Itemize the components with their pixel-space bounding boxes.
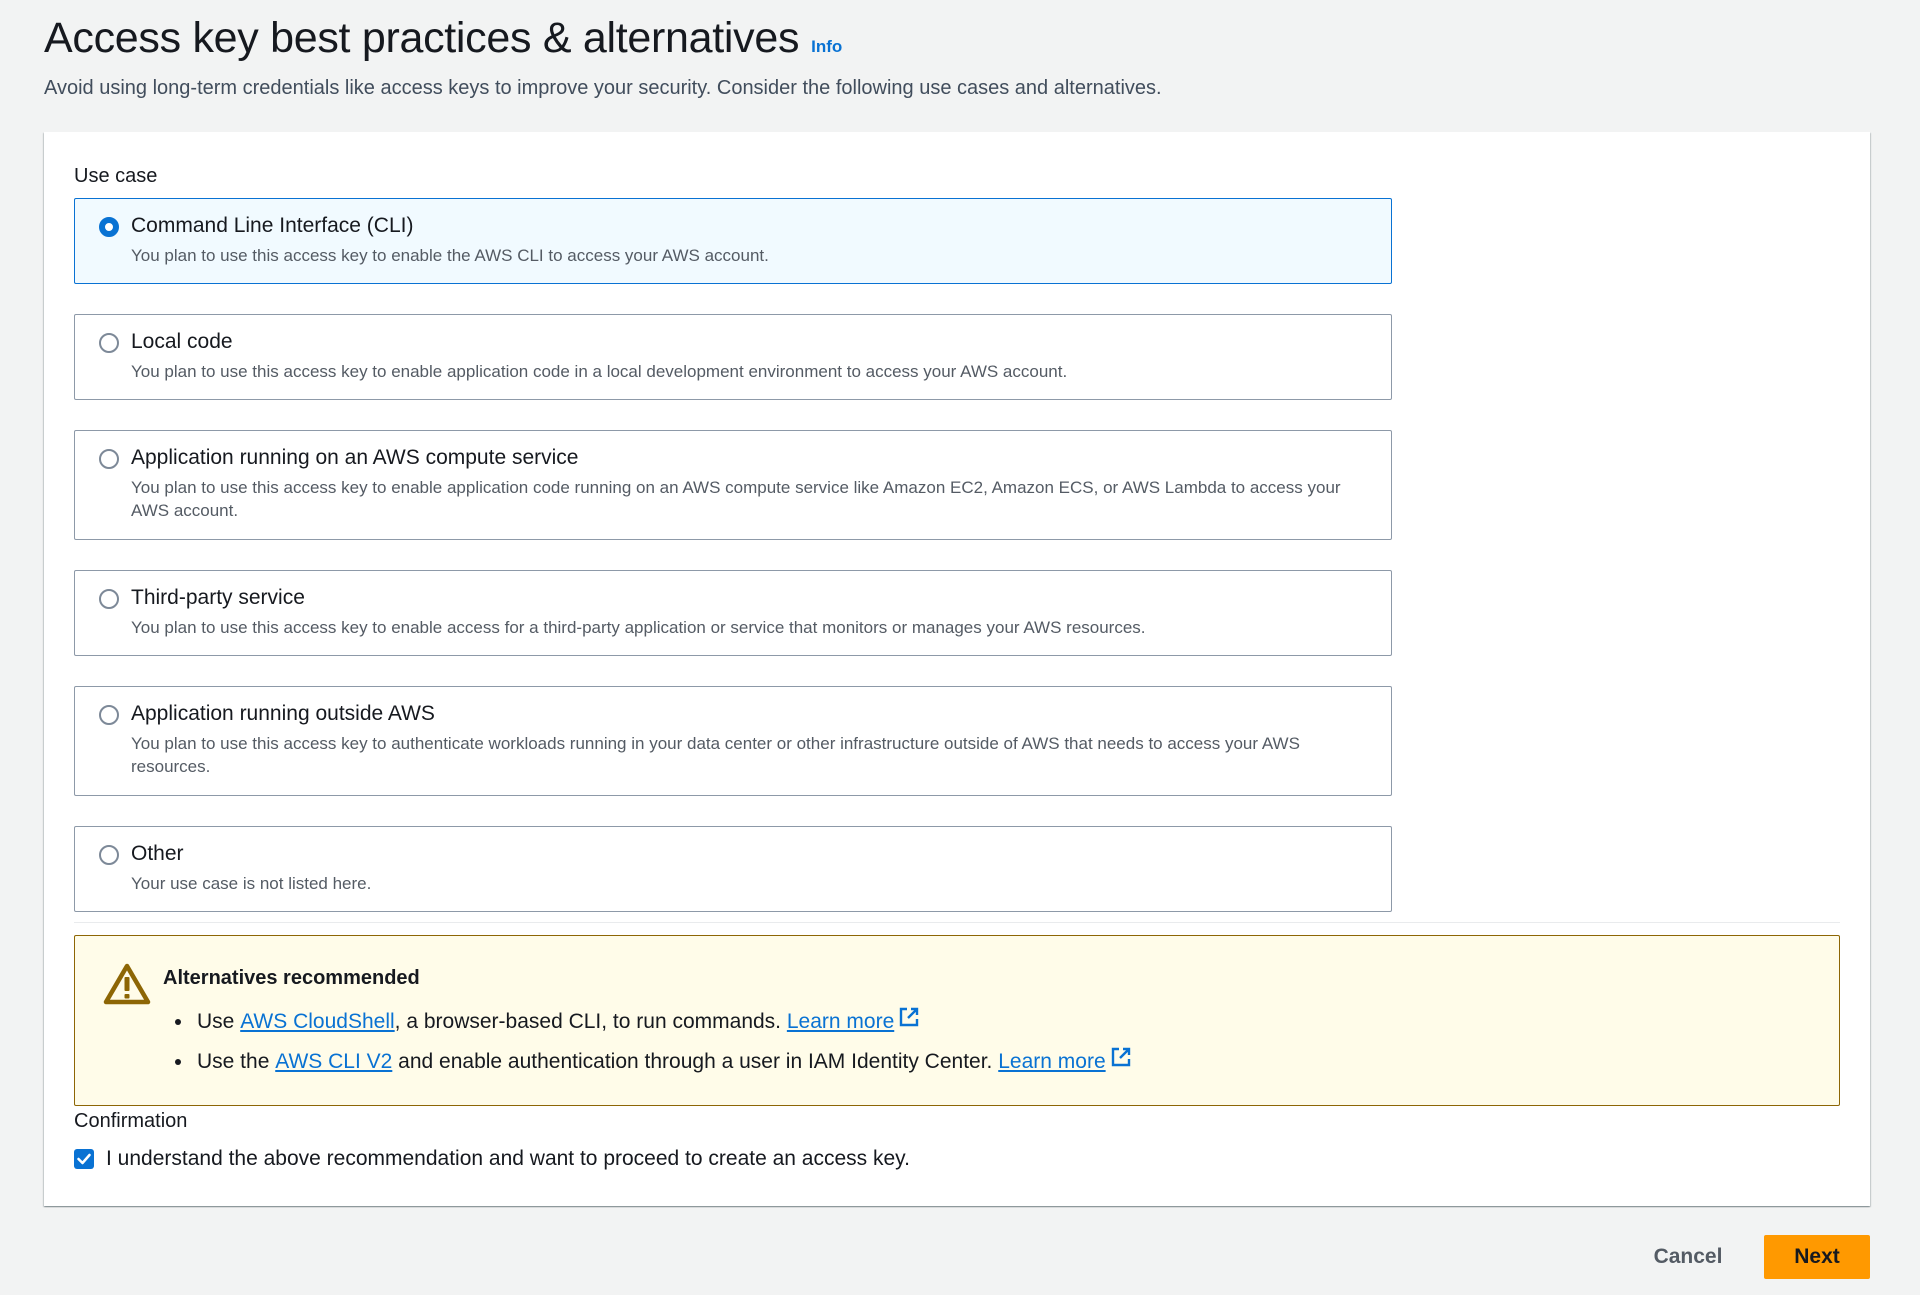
alert-item-prefix: Use the bbox=[197, 1050, 270, 1073]
option-aws-compute[interactable]: Application running on an AWS compute se… bbox=[74, 430, 1392, 540]
option-title: Other bbox=[131, 842, 184, 865]
option-third-party[interactable]: Third-party service You plan to use this… bbox=[74, 570, 1392, 656]
radio-button[interactable] bbox=[99, 333, 119, 353]
option-description: You plan to use this access key to enabl… bbox=[131, 246, 769, 265]
external-link-icon[interactable] bbox=[898, 1002, 920, 1042]
bullet bbox=[175, 1019, 181, 1025]
title-row: Access key best practices & alternatives… bbox=[44, 14, 1162, 63]
radio-button[interactable] bbox=[99, 217, 119, 237]
alert-item-suffix: and enable authentication through a user… bbox=[398, 1050, 993, 1073]
radio-button[interactable] bbox=[99, 705, 119, 725]
confirmation-label: Confirmation bbox=[74, 1110, 188, 1132]
option-title: Local code bbox=[131, 330, 233, 353]
option-other[interactable]: Other Your use case is not listed here. bbox=[74, 826, 1392, 912]
option-description: You plan to use this access key to enabl… bbox=[131, 478, 1341, 520]
aws-cli-v2-link[interactable]: AWS CLI V2 bbox=[275, 1042, 392, 1082]
checkmark-icon bbox=[77, 1153, 91, 1165]
learn-more-link[interactable]: Learn more bbox=[787, 1002, 894, 1042]
radio-button[interactable] bbox=[99, 845, 119, 865]
radio-button[interactable] bbox=[99, 589, 119, 609]
option-description: You plan to use this access key to authe… bbox=[131, 734, 1300, 776]
page-description: Avoid using long-term credentials like a… bbox=[44, 77, 1162, 99]
alert-list: Use AWS CloudShell, a browser-based CLI,… bbox=[163, 1002, 1132, 1082]
alert-item: Use the AWS CLI V2 and enable authentica… bbox=[163, 1042, 1132, 1082]
option-local-code[interactable]: Local code You plan to use this access k… bbox=[74, 314, 1392, 400]
radio-button[interactable] bbox=[99, 449, 119, 469]
page: Access key best practices & alternatives… bbox=[0, 0, 1920, 1295]
alert-item-prefix: Use bbox=[197, 1010, 235, 1033]
confirmation-text: I understand the above recommendation an… bbox=[106, 1147, 910, 1170]
bullet bbox=[175, 1059, 181, 1065]
learn-more-link[interactable]: Learn more bbox=[998, 1042, 1105, 1082]
option-outside-aws[interactable]: Application running outside AWS You plan… bbox=[74, 686, 1392, 796]
alert-item: Use AWS CloudShell, a browser-based CLI,… bbox=[163, 1002, 1132, 1042]
option-description: You plan to use this access key to enabl… bbox=[131, 618, 1146, 637]
alternatives-alert: Alternatives recommended Use AWS CloudSh… bbox=[74, 935, 1840, 1106]
confirmation-checkbox[interactable] bbox=[74, 1149, 94, 1169]
option-title: Application running on an AWS compute se… bbox=[131, 446, 579, 469]
alert-item-suffix: , a browser-based CLI, to run commands. bbox=[394, 1010, 782, 1033]
option-title: Third-party service bbox=[131, 586, 305, 609]
use-case-label: Use case bbox=[74, 165, 158, 187]
page-title: Access key best practices & alternatives bbox=[44, 14, 800, 62]
option-cli[interactable]: Command Line Interface (CLI) You plan to… bbox=[74, 198, 1392, 284]
next-button[interactable]: Next bbox=[1764, 1235, 1870, 1279]
cancel-button[interactable]: Cancel bbox=[1640, 1234, 1736, 1280]
option-description: Your use case is not listed here. bbox=[131, 874, 372, 893]
external-link-icon[interactable] bbox=[1110, 1042, 1132, 1082]
use-case-card: Use case Command Line Interface (CLI) Yo… bbox=[44, 132, 1870, 1206]
page-header: Access key best practices & alternatives… bbox=[44, 14, 1162, 100]
option-title: Command Line Interface (CLI) bbox=[131, 214, 414, 237]
confirmation-row: I understand the above recommendation an… bbox=[74, 1147, 910, 1171]
option-description: You plan to use this access key to enabl… bbox=[131, 362, 1068, 381]
divider bbox=[74, 922, 1840, 923]
option-title: Application running outside AWS bbox=[131, 702, 435, 725]
warning-icon bbox=[103, 962, 151, 1011]
alert-title: Alternatives recommended bbox=[163, 967, 420, 989]
info-link[interactable]: Info bbox=[811, 37, 842, 57]
cloudshell-link[interactable]: AWS CloudShell bbox=[240, 1002, 394, 1042]
